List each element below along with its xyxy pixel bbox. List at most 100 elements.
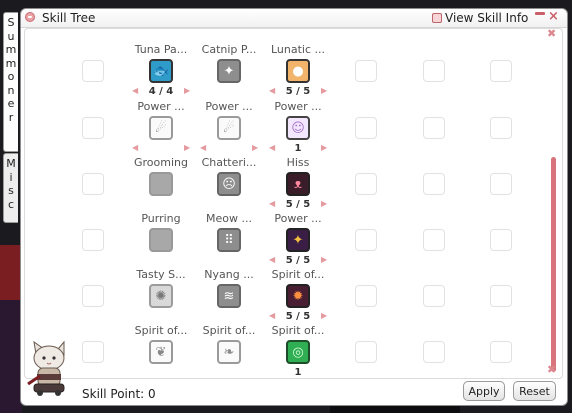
tab-letter: S — [7, 16, 15, 29]
skill-name: Lunatic ... — [270, 43, 326, 56]
scroll-up-icon[interactable]: ✖ — [547, 28, 556, 39]
empty-skill-slot — [490, 285, 512, 307]
tab-summoner[interactable]: Summoner — [3, 12, 18, 152]
skill-level: 5 / 5 — [285, 86, 311, 97]
power-outline-icon[interactable]: ☄ — [217, 116, 241, 140]
empty-skill-slot — [355, 285, 377, 307]
skill-level: 1 — [294, 367, 302, 378]
empty-skill-slot — [490, 60, 512, 82]
close-button[interactable]: × — [548, 10, 559, 23]
purring-icon[interactable] — [149, 228, 173, 252]
chattering-icon[interactable]: ☹ — [217, 172, 241, 196]
empty-skill-slot — [490, 229, 512, 251]
spirit-leaf-icon[interactable]: ❦ — [149, 340, 173, 364]
spirit-fire-icon[interactable]: ✹ — [286, 284, 310, 308]
empty-skill-slot — [355, 60, 377, 82]
spirit-earth-icon[interactable]: ◎ — [286, 340, 310, 364]
decrease-arrow-icon[interactable]: ◀ — [269, 200, 275, 208]
increase-arrow-icon[interactable]: ▶ — [321, 144, 327, 152]
view-skill-info-label: View Skill Info — [445, 11, 529, 25]
cat-pet-avatar — [27, 340, 65, 396]
skill-level: 5 / 5 — [285, 311, 311, 322]
power-star-icon[interactable]: ✦ — [286, 228, 310, 252]
tab-misc[interactable]: Misc — [3, 153, 18, 223]
increase-arrow-icon[interactable]: ▶ — [321, 87, 327, 95]
increase-arrow-icon[interactable]: ▶ — [184, 144, 190, 152]
empty-skill-slot — [355, 341, 377, 363]
scrollbar-thumb[interactable] — [551, 157, 556, 372]
increase-arrow-icon[interactable]: ▶ — [321, 200, 327, 208]
tab-letter: u — [7, 29, 15, 43]
title-bar[interactable]: Skill Tree View Skill Info × — [21, 9, 567, 28]
tab-letter: e — [7, 97, 15, 110]
decrease-arrow-icon[interactable]: ◀ — [269, 144, 275, 152]
reset-button[interactable]: Reset — [513, 381, 556, 401]
increase-arrow-icon[interactable]: ▶ — [321, 256, 327, 264]
background-dark-strip — [0, 300, 22, 413]
power-cat-icon[interactable]: ☺ — [286, 116, 310, 140]
catnip-icon[interactable]: ✦ — [217, 59, 241, 83]
decrease-arrow-icon[interactable]: ◀ — [269, 256, 275, 264]
empty-skill-slot — [423, 229, 445, 251]
tab-letter: M — [6, 157, 16, 170]
decrease-arrow-icon[interactable]: ◀ — [200, 144, 206, 152]
scroll-down-icon[interactable]: ✖ — [547, 364, 556, 375]
decrease-arrow-icon[interactable]: ◀ — [132, 87, 138, 95]
empty-skill-slot — [82, 285, 104, 307]
empty-skill-slot — [82, 341, 104, 363]
increase-arrow-icon[interactable]: ▶ — [184, 87, 190, 95]
view-skill-info-toggle[interactable]: View Skill Info — [432, 11, 528, 25]
view-skill-info-checkbox[interactable] — [432, 13, 442, 23]
empty-skill-slot — [82, 229, 104, 251]
empty-skill-slot — [82, 117, 104, 139]
tab-letter: m — [5, 43, 17, 56]
meow-icon[interactable]: ⠿ — [217, 228, 241, 252]
skill-name: Spirit of... — [271, 324, 325, 337]
background-bottom-strip — [330, 405, 460, 413]
spirit-wing-icon[interactable]: ❧ — [217, 340, 241, 364]
increase-arrow-icon[interactable]: ▶ — [321, 312, 327, 320]
skill-level: 1 — [294, 143, 302, 154]
power-outline-icon[interactable]: ☄ — [149, 116, 173, 140]
skill-level: 4 / 4 — [148, 86, 174, 97]
tuna-icon[interactable]: 🐟 — [149, 59, 173, 83]
skill-name: Spirit of... — [271, 268, 325, 281]
skill-name: Power ... — [274, 100, 322, 113]
tab-letter: o — [7, 70, 15, 83]
skill-point-counter: Skill Point: 0 — [82, 387, 156, 401]
empty-skill-slot — [423, 173, 445, 195]
skill-level: 5 / 5 — [285, 255, 311, 266]
empty-skill-slot — [490, 341, 512, 363]
lunatic-icon[interactable]: ● — [286, 59, 310, 83]
tab-letter: r — [8, 110, 14, 124]
tab-letter: s — [8, 184, 14, 197]
decrease-arrow-icon[interactable]: ◀ — [132, 144, 138, 152]
empty-skill-slot — [355, 229, 377, 251]
empty-skill-slot — [423, 60, 445, 82]
tab-letter: i — [9, 170, 13, 184]
grooming-icon[interactable] — [149, 172, 173, 196]
empty-skill-slot — [423, 117, 445, 139]
empty-skill-slot — [355, 117, 377, 139]
tab-letter: m — [5, 56, 17, 70]
empty-skill-slot — [82, 173, 104, 195]
window-icon — [25, 12, 35, 22]
background-red-strip — [0, 245, 22, 300]
skill-grid-panel: Tuna Pa... 🐟 4 / 4 ◀ ▶ Catnip P... ✦ Lunatic ..… — [24, 28, 563, 379]
empty-skill-slot — [82, 60, 104, 82]
empty-skill-slot — [423, 341, 445, 363]
decrease-arrow-icon[interactable]: ◀ — [269, 312, 275, 320]
tab-letter: n — [7, 83, 15, 97]
empty-skill-slot — [490, 117, 512, 139]
tab-letter: c — [7, 197, 15, 211]
decrease-arrow-icon[interactable]: ◀ — [269, 87, 275, 95]
empty-skill-slot — [490, 173, 512, 195]
window-title: Skill Tree — [42, 11, 96, 25]
minimize-button[interactable] — [535, 12, 545, 15]
apply-button[interactable]: Apply — [463, 381, 505, 401]
hiss-icon[interactable]: ᴥ — [286, 172, 310, 196]
increase-arrow-icon[interactable]: ▶ — [252, 144, 258, 152]
nyang-icon[interactable]: ≋ — [217, 284, 241, 308]
tasty-icon[interactable]: ✺ — [149, 284, 173, 308]
skill-level: 5 / 5 — [285, 199, 311, 210]
